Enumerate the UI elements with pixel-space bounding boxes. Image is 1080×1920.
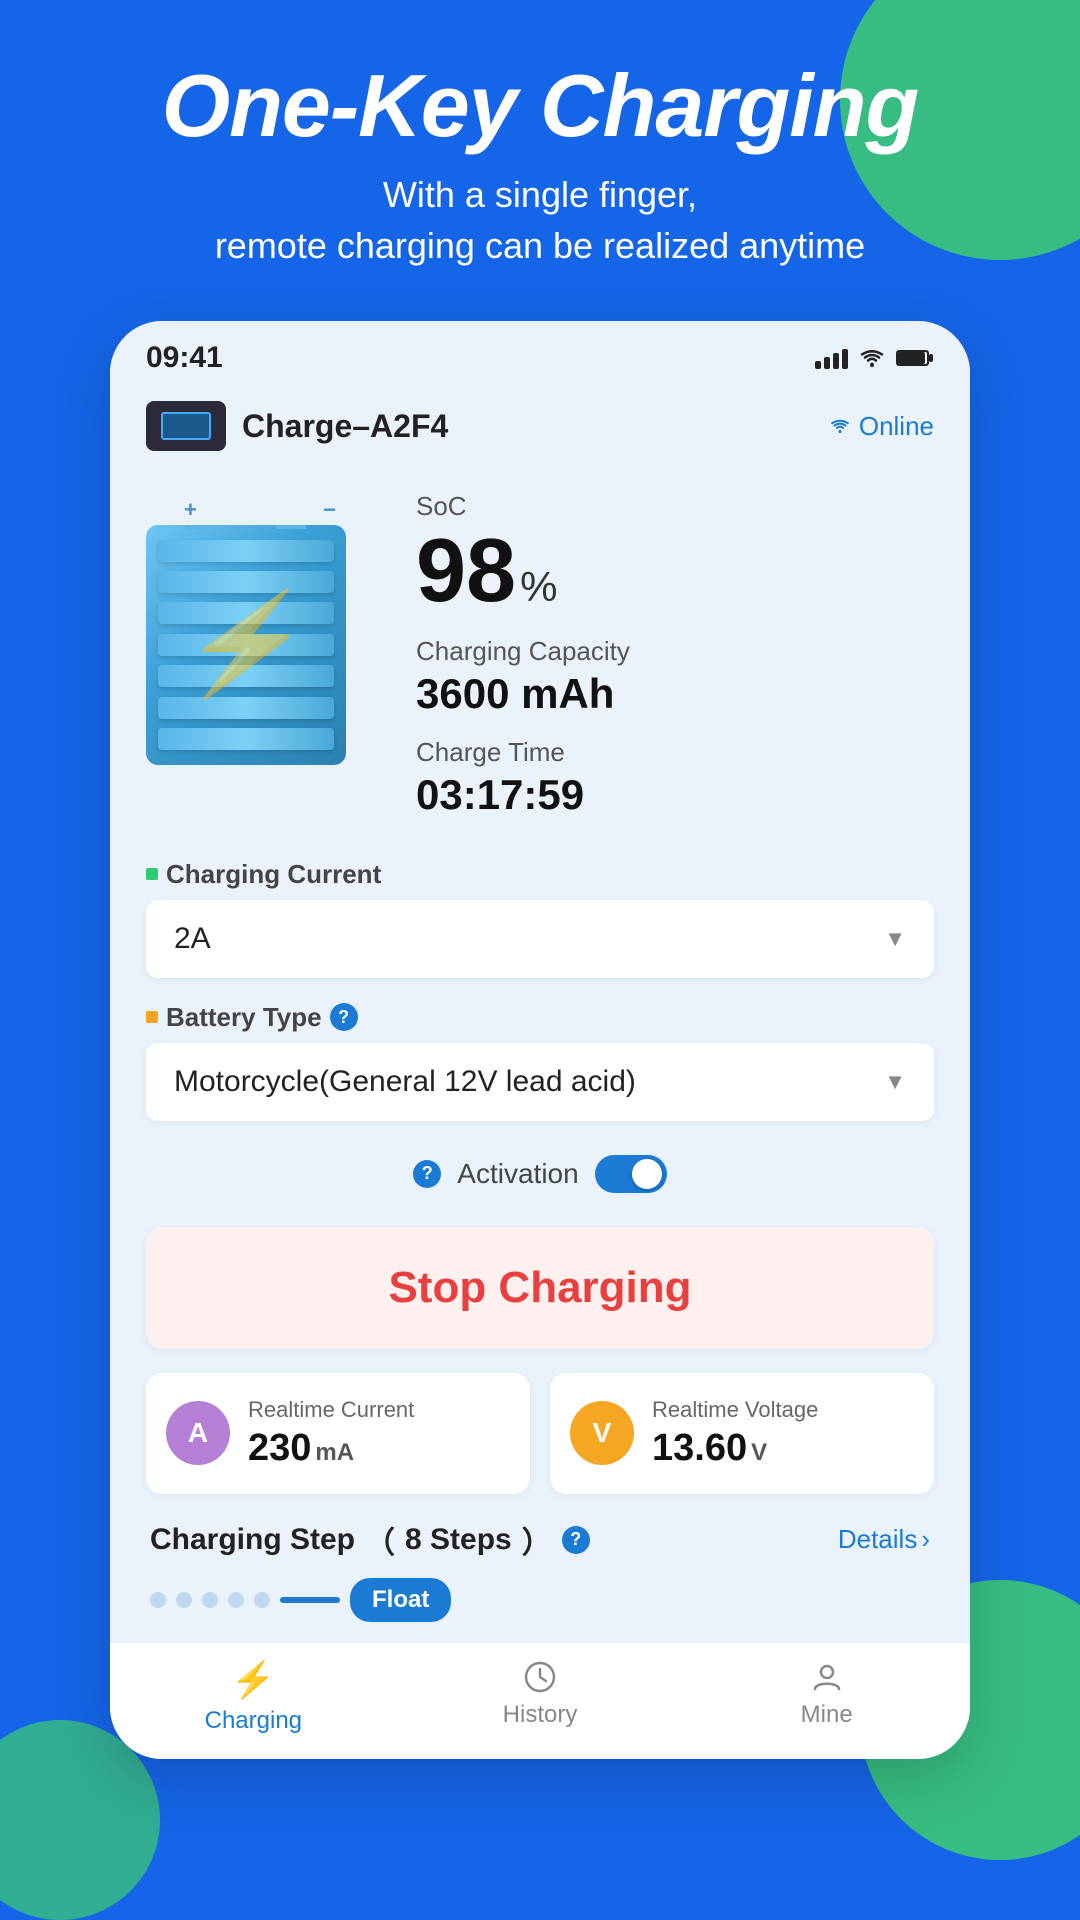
battery-type-section: Battery Type ? Motorcycle(General 12V le… <box>146 1002 934 1121</box>
charge-time-section: Charge Time 03:17:59 <box>416 737 934 818</box>
battery-stack: + − <box>146 525 366 785</box>
current-label: Realtime Current <box>248 1397 414 1423</box>
device-icon <box>146 401 226 451</box>
battery-layer-7 <box>158 728 334 750</box>
hero-subtitle: With a single finger,remote charging can… <box>215 170 865 271</box>
battery-stats-row: + − <box>146 471 934 858</box>
chevron-down-icon-2: ▼ <box>884 1069 906 1095</box>
stop-charging-button[interactable]: Stop Charging <box>146 1227 934 1349</box>
signal-bar-4 <box>842 349 848 369</box>
details-link[interactable]: Details › <box>838 1524 930 1555</box>
hero-title: One-Key Charging <box>162 60 919 152</box>
realtime-voltage-card: V Realtime Voltage 13.60 V <box>550 1373 934 1494</box>
soc-value: 98% <box>416 526 934 616</box>
main-content: + − <box>110 461 970 1641</box>
activation-row: ? Activation <box>146 1145 934 1203</box>
activation-help-icon[interactable]: ? <box>413 1160 441 1188</box>
charge-time-value: 03:17:59 <box>416 772 934 818</box>
soc-section: SoC 98% <box>416 491 934 616</box>
charging-step-header: Charging Step （ 8 Steps ） ? Details › <box>146 1518 934 1562</box>
current-icon-circle: A <box>166 1401 230 1465</box>
voltage-label: Realtime Voltage <box>652 1397 818 1423</box>
phone-card: 09:41 <box>110 321 970 1758</box>
capacity-value: 3600 mAh <box>416 671 934 717</box>
signal-bar-2 <box>824 357 830 369</box>
history-nav-icon <box>522 1659 558 1695</box>
device-name: Charge–A2F4 <box>242 408 448 445</box>
history-nav-label: History <box>503 1701 578 1729</box>
signal-bar-1 <box>815 361 821 369</box>
nav-charging[interactable]: ⚡ Charging <box>110 1659 397 1735</box>
device-header: Charge–A2F4 Online <box>110 385 970 461</box>
chevron-down-icon: ▼ <box>884 926 906 952</box>
charging-nav-icon: ⚡ <box>231 1659 276 1701</box>
battery-type-help-icon[interactable]: ? <box>330 1003 358 1031</box>
stats-panel: SoC 98% Charging Capacity 3600 mAh Charg… <box>416 491 934 838</box>
battery-body: ⚡ <box>146 525 346 765</box>
charging-nav-label: Charging <box>205 1707 302 1735</box>
type-dot <box>146 1011 158 1023</box>
activation-label: Activation <box>457 1158 578 1190</box>
signal-bars-icon <box>815 347 848 369</box>
charging-step-title: Charging Step （ 8 Steps ） ? <box>150 1518 590 1562</box>
battery-plus-label: + <box>184 497 197 523</box>
battery-visual: + − <box>146 525 386 805</box>
device-left: Charge–A2F4 <box>146 401 448 451</box>
current-value: 230 mA <box>248 1427 414 1470</box>
toggle-knob <box>632 1159 662 1189</box>
step-dots: Float <box>146 1578 934 1622</box>
mine-nav-label: Mine <box>801 1701 853 1729</box>
battery-type-value: Motorcycle(General 12V lead acid) <box>174 1065 636 1099</box>
nav-mine[interactable]: Mine <box>683 1659 970 1735</box>
status-bar: 09:41 <box>110 321 970 385</box>
mine-nav-icon <box>809 1659 845 1695</box>
wifi-icon <box>858 347 886 369</box>
step-dot-5 <box>254 1592 270 1608</box>
online-badge: Online <box>829 411 934 442</box>
voltage-icon-circle: V <box>570 1401 634 1465</box>
step-dot-4 <box>228 1592 244 1608</box>
status-icons <box>815 347 934 369</box>
voltage-info: Realtime Voltage 13.60 V <box>652 1397 818 1470</box>
charge-time-label: Charge Time <box>416 737 934 768</box>
charging-current-dropdown[interactable]: 2A ▼ <box>146 900 934 978</box>
device-screen <box>161 412 211 440</box>
capacity-section: Charging Capacity 3600 mAh <box>416 636 934 717</box>
online-label: Online <box>859 411 934 442</box>
charging-current-section: Charging Current 2A ▼ <box>146 859 934 978</box>
online-wifi-icon <box>829 417 851 435</box>
step-dot-3 <box>202 1592 218 1608</box>
charging-current-label: Charging Current <box>146 859 934 890</box>
voltage-value: 13.60 V <box>652 1427 818 1470</box>
battery-minus-label: − <box>323 497 336 523</box>
nav-history[interactable]: History <box>397 1659 684 1735</box>
battery-type-dropdown[interactable]: Motorcycle(General 12V lead acid) ▼ <box>146 1043 934 1121</box>
realtime-row: A Realtime Current 230 mA V <box>146 1373 934 1494</box>
status-time: 09:41 <box>146 341 223 375</box>
soc-label: SoC <box>416 491 934 522</box>
current-info: Realtime Current 230 mA <box>248 1397 414 1470</box>
signal-bar-3 <box>833 353 839 369</box>
current-dot <box>146 868 158 880</box>
capacity-label: Charging Capacity <box>416 636 934 667</box>
battery-status-icon <box>896 347 934 369</box>
bottom-nav: ⚡ Charging History Mine <box>110 1642 970 1759</box>
battery-layer-1 <box>158 540 334 562</box>
step-active-line <box>280 1597 340 1603</box>
float-badge: Float <box>350 1578 451 1622</box>
realtime-current-card: A Realtime Current 230 mA <box>146 1373 530 1494</box>
activation-toggle[interactable] <box>595 1155 667 1193</box>
charging-current-value: 2A <box>174 922 211 956</box>
step-dot-2 <box>176 1592 192 1608</box>
battery-type-label: Battery Type ? <box>146 1002 934 1033</box>
lightning-icon: ⚡ <box>173 586 318 703</box>
charging-step-help-icon[interactable]: ? <box>562 1526 590 1554</box>
step-dot-1 <box>150 1592 166 1608</box>
